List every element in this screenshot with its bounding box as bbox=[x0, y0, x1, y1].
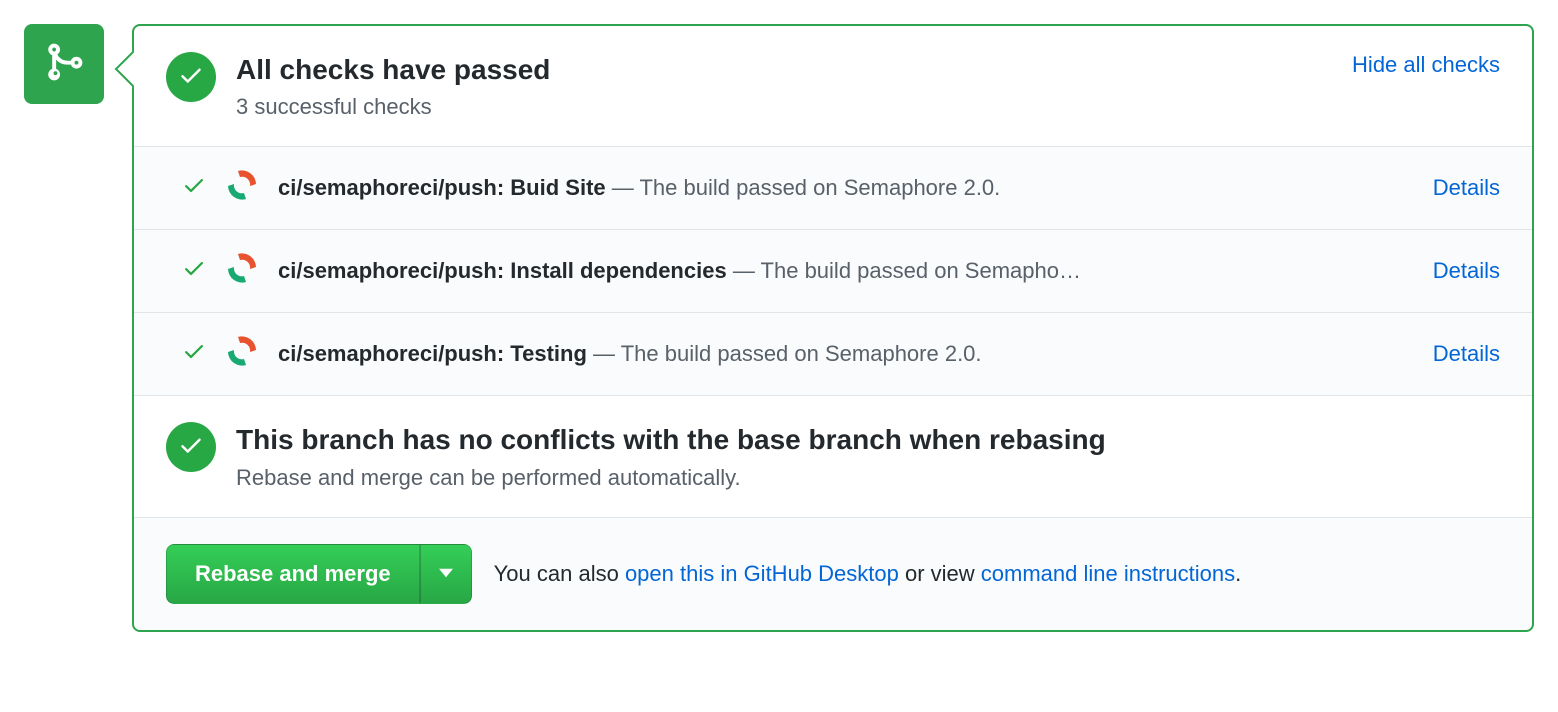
rebase-and-merge-button[interactable]: Rebase and merge bbox=[166, 544, 420, 604]
checks-summary: All checks have passed 3 successful chec… bbox=[134, 26, 1532, 147]
merge-options-dropdown[interactable] bbox=[420, 544, 472, 604]
checks-title: All checks have passed bbox=[236, 52, 1316, 88]
conflicts-subtitle: Rebase and merge can be performed automa… bbox=[236, 465, 1500, 491]
footer-suffix: . bbox=[1235, 561, 1241, 586]
open-desktop-link[interactable]: open this in GitHub Desktop bbox=[625, 561, 899, 586]
check-success-icon bbox=[182, 173, 206, 203]
check-desc: The build passed on Semaphore 2.0. bbox=[639, 175, 1000, 200]
caret-down-icon bbox=[439, 566, 453, 581]
check-row: ci/semaphoreci/push: Install dependencie… bbox=[134, 230, 1532, 313]
check-row: ci/semaphoreci/push: Testing — The build… bbox=[134, 313, 1532, 396]
checkmark-icon bbox=[178, 62, 204, 93]
check-success-icon bbox=[182, 256, 206, 286]
check-details-link[interactable]: Details bbox=[1433, 258, 1500, 284]
status-success-circle bbox=[166, 422, 216, 472]
semaphore-icon bbox=[224, 167, 260, 209]
check-row: ci/semaphoreci/push: Buid Site — The bui… bbox=[134, 147, 1532, 230]
merge-button-group: Rebase and merge bbox=[166, 544, 472, 604]
check-text: ci/semaphoreci/push: Buid Site — The bui… bbox=[278, 175, 1399, 201]
checkmark-icon bbox=[178, 432, 204, 463]
conflicts-summary: This branch has no conflicts with the ba… bbox=[134, 396, 1532, 516]
merge-box: All checks have passed 3 successful chec… bbox=[132, 24, 1534, 632]
check-desc: The build passed on Semaphore 2.0. bbox=[621, 341, 982, 366]
footer-prefix: You can also bbox=[494, 561, 625, 586]
conflicts-title: This branch has no conflicts with the ba… bbox=[236, 422, 1500, 458]
status-success-circle bbox=[166, 52, 216, 102]
merge-footer: Rebase and merge You can also open this … bbox=[134, 517, 1532, 630]
cli-instructions-link[interactable]: command line instructions bbox=[981, 561, 1235, 586]
git-merge-icon bbox=[43, 38, 85, 91]
check-name: ci/semaphoreci/push: Buid Site bbox=[278, 175, 606, 200]
timeline-badge bbox=[24, 24, 104, 104]
semaphore-icon bbox=[224, 250, 260, 292]
check-details-link[interactable]: Details bbox=[1433, 341, 1500, 367]
footer-middle: or view bbox=[899, 561, 981, 586]
merge-status-panel: All checks have passed 3 successful chec… bbox=[24, 24, 1534, 632]
checks-list: ci/semaphoreci/push: Buid Site — The bui… bbox=[134, 147, 1532, 396]
check-details-link[interactable]: Details bbox=[1433, 175, 1500, 201]
check-name: ci/semaphoreci/push: Testing bbox=[278, 341, 587, 366]
check-text: ci/semaphoreci/push: Testing — The build… bbox=[278, 341, 1399, 367]
hide-all-checks-link[interactable]: Hide all checks bbox=[1352, 52, 1500, 78]
checks-subtitle: 3 successful checks bbox=[236, 94, 1316, 120]
semaphore-icon bbox=[224, 333, 260, 375]
check-name: ci/semaphoreci/push: Install dependencie… bbox=[278, 258, 727, 283]
check-desc: The build passed on Semapho… bbox=[761, 258, 1081, 283]
check-success-icon bbox=[182, 339, 206, 369]
check-text: ci/semaphoreci/push: Install dependencie… bbox=[278, 258, 1399, 284]
merge-alt-text: You can also open this in GitHub Desktop… bbox=[494, 561, 1242, 587]
